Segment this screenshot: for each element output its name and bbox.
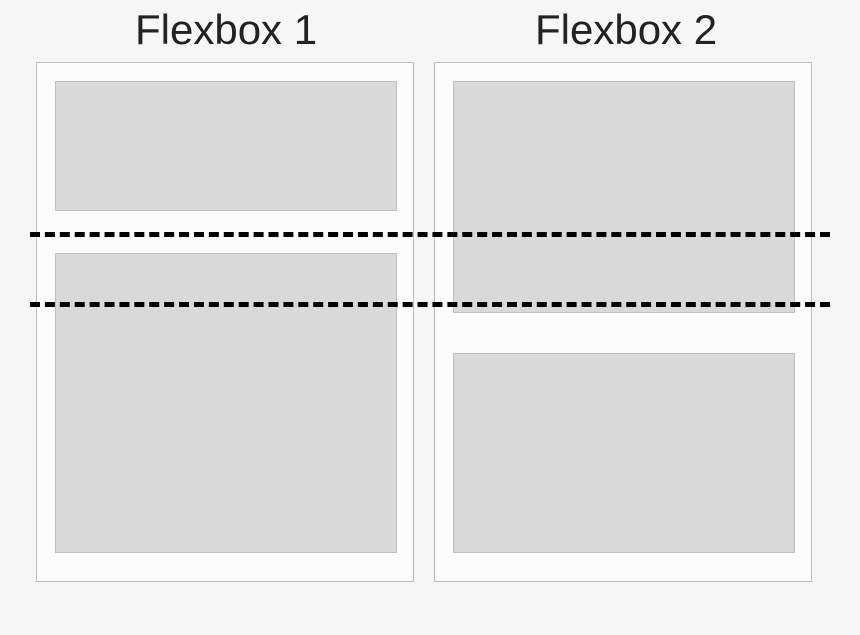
alignment-guide-line: [30, 302, 830, 307]
heading-flexbox-2: Flexbox 2: [535, 6, 717, 54]
flex-item: [453, 353, 795, 553]
flex-item: [453, 81, 795, 313]
alignment-guide-line: [30, 232, 830, 237]
flexbox-container-2: [434, 62, 812, 582]
heading-flexbox-1: Flexbox 1: [135, 6, 317, 54]
flex-item: [55, 81, 397, 211]
diagram-stage: Flexbox 1 Flexbox 2: [0, 0, 860, 635]
flexbox-container-1: [36, 62, 414, 582]
flex-item: [55, 253, 397, 553]
